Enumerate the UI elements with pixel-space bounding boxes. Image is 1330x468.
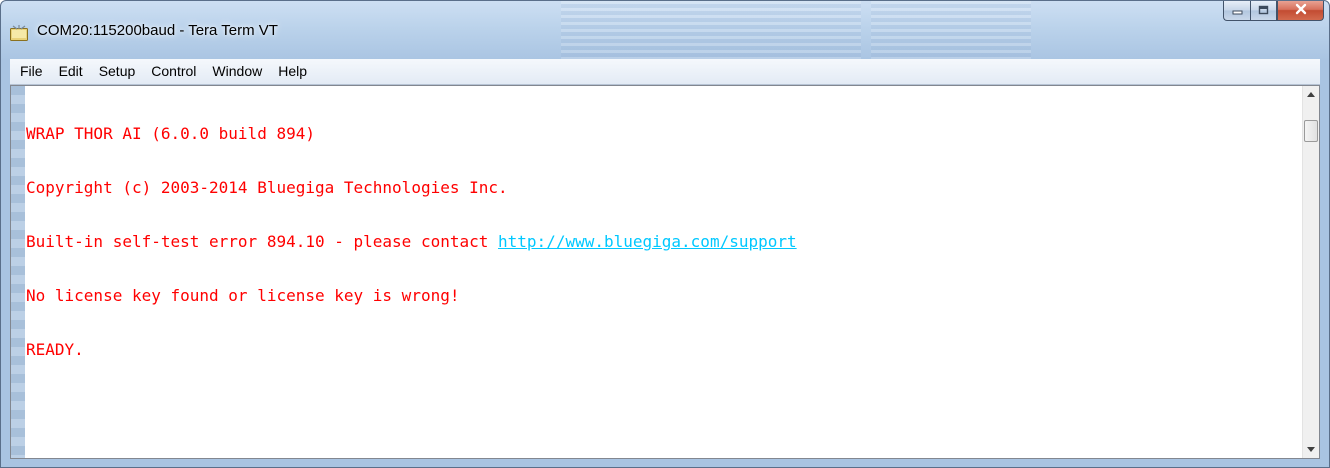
background-window-ghost (871, 1, 1031, 59)
terminal-output[interactable]: WRAP THOR AI (6.0.0 build 894) Copyright… (26, 86, 1296, 461)
scroll-up-arrow-icon[interactable] (1303, 86, 1319, 103)
caption-buttons (1223, 1, 1324, 22)
menu-bar: File Edit Setup Control Window Help (10, 59, 1320, 85)
terminal-line: READY. (26, 340, 84, 359)
menu-edit[interactable]: Edit (51, 61, 91, 82)
terminal-line: WRAP THOR AI (6.0.0 build 894) (26, 124, 315, 143)
terminal-line: No license key found or license key is w… (26, 286, 460, 305)
maximize-icon (1258, 2, 1269, 20)
close-icon (1294, 2, 1308, 20)
app-window: COM20:115200baud - Tera Term VT File Edi… (0, 0, 1330, 468)
menu-file[interactable]: File (12, 61, 51, 82)
minimize-button[interactable] (1223, 1, 1250, 21)
close-button[interactable] (1277, 1, 1324, 21)
window-title: COM20:115200baud - Tera Term VT (37, 22, 278, 39)
terminal-area[interactable]: WRAP THOR AI (6.0.0 build 894) Copyright… (10, 85, 1320, 459)
menu-window[interactable]: Window (204, 61, 270, 82)
support-link[interactable]: http://www.bluegiga.com/support (498, 232, 797, 251)
menu-setup[interactable]: Setup (91, 61, 144, 82)
maximize-button[interactable] (1250, 1, 1277, 21)
title-bar[interactable]: COM20:115200baud - Tera Term VT (1, 1, 1329, 59)
tera-term-icon[interactable] (10, 25, 28, 41)
menu-control[interactable]: Control (143, 61, 204, 82)
terminal-line: Copyright (c) 2003-2014 Bluegiga Technol… (26, 178, 508, 197)
terminal-line-text: Built-in self-test error 894.10 - please… (26, 232, 499, 251)
terminal-line: Built-in self-test error 894.10 - please… (26, 233, 1296, 251)
window-frame-gutter (11, 86, 25, 458)
menu-help[interactable]: Help (270, 61, 315, 82)
scroll-thumb[interactable] (1304, 120, 1318, 142)
vertical-scrollbar[interactable] (1302, 86, 1319, 458)
minimize-icon (1232, 2, 1243, 20)
background-window-ghost (561, 1, 861, 59)
scroll-down-arrow-icon[interactable] (1303, 441, 1319, 458)
